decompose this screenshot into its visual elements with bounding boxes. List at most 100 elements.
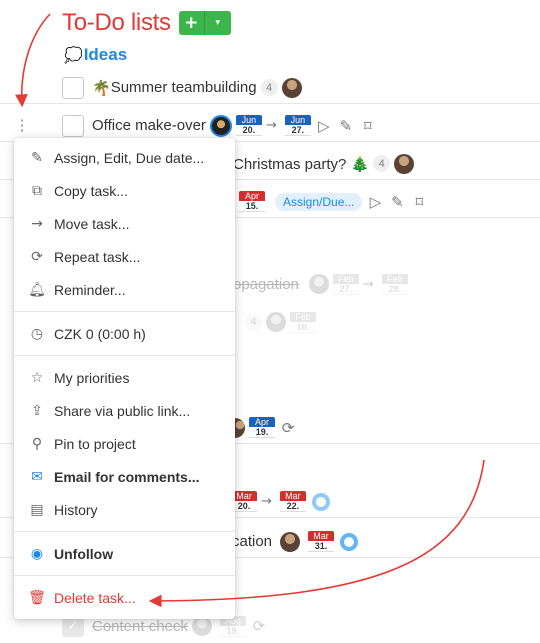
avatar[interactable] [394, 153, 415, 174]
avatar[interactable] [235, 417, 245, 438]
avatar[interactable] [281, 77, 302, 98]
menu-item-label: CZK 0 (0:00 h) [54, 326, 146, 342]
avatar[interactable] [280, 531, 301, 552]
task-content: Office make-over Jun 20. → Jun 27. ▷ ✎ ⌑ [92, 114, 377, 137]
menu-item-label: Unfollow [54, 546, 114, 562]
repeat-icon: ⟳ [31, 249, 43, 265]
share-icon: ⇪ [31, 403, 43, 419]
pencil-icon: ✎ [31, 150, 43, 166]
date-range-arrow-icon: → [265, 118, 277, 133]
menu-item-label: Repeat task... [54, 249, 141, 265]
avatar[interactable] [266, 312, 286, 332]
add-button-group: + ▾ [178, 11, 231, 35]
menu-item-delete[interactable]: 🗑︎ Delete task... [14, 583, 235, 613]
star-icon: ☆ [30, 370, 44, 386]
copy-icon: ⧉ [32, 183, 42, 199]
task-title[interactable]: Christmas party? 🎄 [233, 155, 369, 173]
menu-item-time-cost[interactable]: ◷ CZK 0 (0:00 h) [14, 319, 235, 349]
menu-divider [14, 575, 235, 576]
task-checkbox[interactable] [62, 76, 84, 99]
menu-divider [14, 355, 235, 356]
due-date-badge: Apr 15. [239, 191, 265, 212]
pencil-icon[interactable]: ✎ [337, 117, 355, 135]
comment-count-badge: 4 [373, 155, 391, 172]
avatar[interactable] [209, 114, 232, 137]
add-list-button[interactable]: + [178, 11, 205, 35]
task-content: Mar 20. → Mar 22. [231, 491, 330, 512]
task-content: Apr 19. ⟳ [235, 417, 297, 438]
tag-icon[interactable]: ⌑ [359, 117, 377, 135]
menu-item-history[interactable]: ▤ History [14, 495, 235, 525]
task-context-menu: ✎ Assign, Edit, Due date... ⧉ Copy task.… [14, 138, 235, 619]
project-header[interactable]: 💭 Ideas [64, 45, 127, 65]
end-date-badge: Feb 28. [381, 273, 408, 295]
comment-count-badge: 4 [245, 313, 262, 331]
bell-icon: 🔔︎ [28, 282, 46, 298]
eye-icon: ◉ [30, 546, 44, 562]
end-date-badge: Mar 22. [279, 491, 306, 512]
start-date-badge: Feb 27. [332, 273, 359, 295]
task-title[interactable]: Office make-over [92, 117, 206, 134]
menu-item-label: Assign, Edit, Due date... [54, 150, 205, 166]
task-title[interactable]: Content check [92, 618, 188, 635]
menu-item-edit[interactable]: ✎ Assign, Edit, Due date... [14, 143, 235, 173]
date-range-arrow-icon: → [362, 276, 374, 292]
menu-item-label: Move task... [54, 216, 130, 232]
more-options-icon[interactable]: · · · [17, 113, 27, 139]
assign-due-button[interactable]: Assign/Due... [275, 192, 363, 211]
progress-ring-icon [311, 492, 330, 511]
task-content: cation Mar 31. [232, 531, 359, 552]
menu-item-unfollow[interactable]: ◉ Unfollow [14, 539, 235, 569]
task-title[interactable]: opagation [233, 276, 299, 293]
comment-count-badge: 4 [260, 79, 278, 96]
repeat-icon: ⟳ [252, 617, 266, 635]
menu-item-label: Reminder... [54, 282, 126, 298]
tag-icon[interactable]: ⌑ [410, 193, 428, 211]
menu-item-priorities[interactable]: ☆ My priorities [14, 363, 235, 393]
menu-item-label: Copy task... [54, 183, 128, 199]
palm-tree-emoji: 🌴 [92, 79, 111, 97]
menu-divider [14, 531, 235, 532]
arrow-right-icon: → [31, 216, 43, 232]
trash-icon: 🗑︎ [28, 590, 46, 606]
menu-item-share[interactable]: ⇪ Share via public link... [14, 396, 235, 426]
task-content: Christmas party? 🎄 4 [233, 153, 415, 174]
pencil-icon[interactable]: ✎ [388, 193, 406, 211]
task-content: opagation Feb 27. → Feb 28. [233, 273, 408, 295]
page-title: To-Do lists [62, 9, 171, 36]
start-date-badge: Jun 20. [235, 115, 262, 136]
task-content: 4 Feb 10. [245, 311, 316, 333]
due-date-badge: Feb 10. [290, 311, 316, 333]
date-range-arrow-icon: → [261, 494, 272, 509]
task-checkbox[interactable] [62, 114, 84, 137]
play-icon[interactable]: ▷ [315, 117, 333, 135]
menu-item-label: Pin to project [54, 436, 136, 452]
email-icon: ✉ [31, 469, 43, 485]
due-date-badge: Mar 31. [308, 531, 335, 552]
progress-ring-icon [340, 532, 359, 551]
repeat-icon: ⟳ [281, 418, 295, 437]
task-content: Apr 15. Assign/Due... ▷ ✎ ⌑ [239, 191, 428, 212]
project-name[interactable]: Ideas [84, 45, 127, 65]
task-row[interactable]: 🌴 Summer teambuilding 4 [0, 72, 540, 104]
avatar[interactable] [191, 616, 212, 636]
task-title[interactable]: Summer teambuilding [111, 79, 257, 96]
menu-item-move[interactable]: → Move task... [14, 209, 235, 239]
end-date-badge: Jun 27. [284, 115, 311, 136]
menu-item-repeat[interactable]: ⟳ Repeat task... [14, 242, 235, 272]
menu-item-reminder[interactable]: 🔔︎ Reminder... [14, 275, 235, 305]
task-title[interactable]: cation [232, 533, 272, 550]
page-header: To-Do lists + ▾ [62, 9, 231, 37]
menu-item-label: My priorities [54, 370, 130, 386]
menu-item-copy[interactable]: ⧉ Copy task... [14, 176, 235, 206]
task-content: 🌴 Summer teambuilding 4 [92, 77, 302, 98]
add-dropdown-button[interactable]: ▾ [204, 11, 231, 35]
menu-item-label: Email for comments... [54, 469, 200, 485]
avatar[interactable] [308, 274, 329, 294]
pin-icon: ⚲ [31, 436, 43, 452]
menu-item-email-comments[interactable]: ✉ Email for comments... [14, 462, 235, 492]
menu-item-label: Share via public link... [54, 403, 191, 419]
menu-item-label: History [54, 502, 98, 518]
menu-item-pin[interactable]: ⚲ Pin to project [14, 429, 235, 459]
play-icon[interactable]: ▷ [366, 193, 384, 211]
